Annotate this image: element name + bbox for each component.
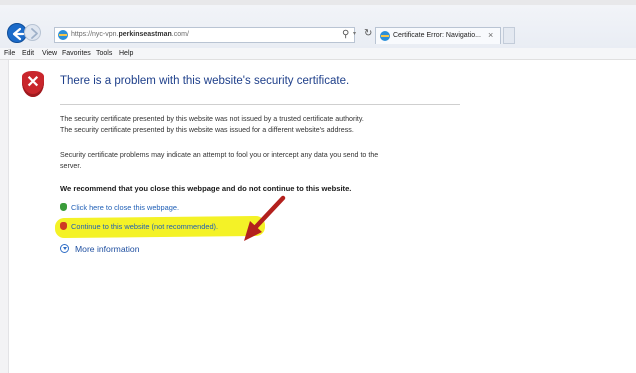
continue-link-label: Continue to this website (not recommende… xyxy=(71,222,219,231)
menu-tools[interactable]: Tools xyxy=(96,48,112,59)
tab-close-icon[interactable]: × xyxy=(488,30,493,40)
continue-to-website-link[interactable]: Continue to this website (not recommende… xyxy=(60,222,218,231)
ie-page-icon xyxy=(58,30,68,40)
url-text: https://nyc-vpn.perkinseastman.com/ xyxy=(71,31,189,38)
more-information-toggle[interactable]: More information xyxy=(60,244,139,254)
menu-view[interactable]: View xyxy=(42,48,57,59)
tab-title: Certificate Error: Navigatio... xyxy=(393,32,481,39)
window-left-edge xyxy=(0,60,9,373)
refresh-icon[interactable]: ↻ xyxy=(364,28,372,39)
warning-line-2: server. xyxy=(60,162,82,170)
warning-line-1: Security certificate problems may indica… xyxy=(60,151,379,159)
more-information-label: More information xyxy=(75,244,140,254)
menu-file[interactable]: File xyxy=(4,48,15,59)
tab-certificate-error[interactable]: Certificate Error: Navigatio... × xyxy=(375,27,501,44)
close-link-label: Click here to close this webpage. xyxy=(71,203,180,212)
forward-arrow-icon xyxy=(31,28,38,39)
recommendation-text: We recommend that you close this webpage… xyxy=(60,184,352,193)
red-shield-icon xyxy=(60,222,67,230)
menu-edit[interactable]: Edit xyxy=(22,48,34,59)
menu-help[interactable]: Help xyxy=(119,48,133,59)
forward-button[interactable] xyxy=(24,24,41,41)
expand-circle-icon xyxy=(60,244,69,253)
error-line-1: The security certificate presented by th… xyxy=(60,115,364,123)
red-shield-x-icon: ✕ xyxy=(22,71,44,97)
error-line-2: The security certificate presented by th… xyxy=(60,126,354,134)
search-dropdown-icon[interactable]: ▾ xyxy=(353,30,356,37)
menu-bar: File Edit View Favorites Tools Help xyxy=(0,48,636,60)
divider xyxy=(60,104,460,105)
green-shield-icon xyxy=(60,203,67,211)
search-icon[interactable]: ⚲ xyxy=(342,29,349,40)
new-tab-button[interactable] xyxy=(503,27,515,44)
close-webpage-link[interactable]: Click here to close this webpage. xyxy=(60,203,179,212)
ie-tab-icon xyxy=(380,31,390,41)
address-bar[interactable]: https://nyc-vpn.perkinseastman.com/ xyxy=(54,27,355,43)
page-title: There is a problem with this website's s… xyxy=(60,75,350,87)
menu-favorites[interactable]: Favorites xyxy=(62,48,91,59)
